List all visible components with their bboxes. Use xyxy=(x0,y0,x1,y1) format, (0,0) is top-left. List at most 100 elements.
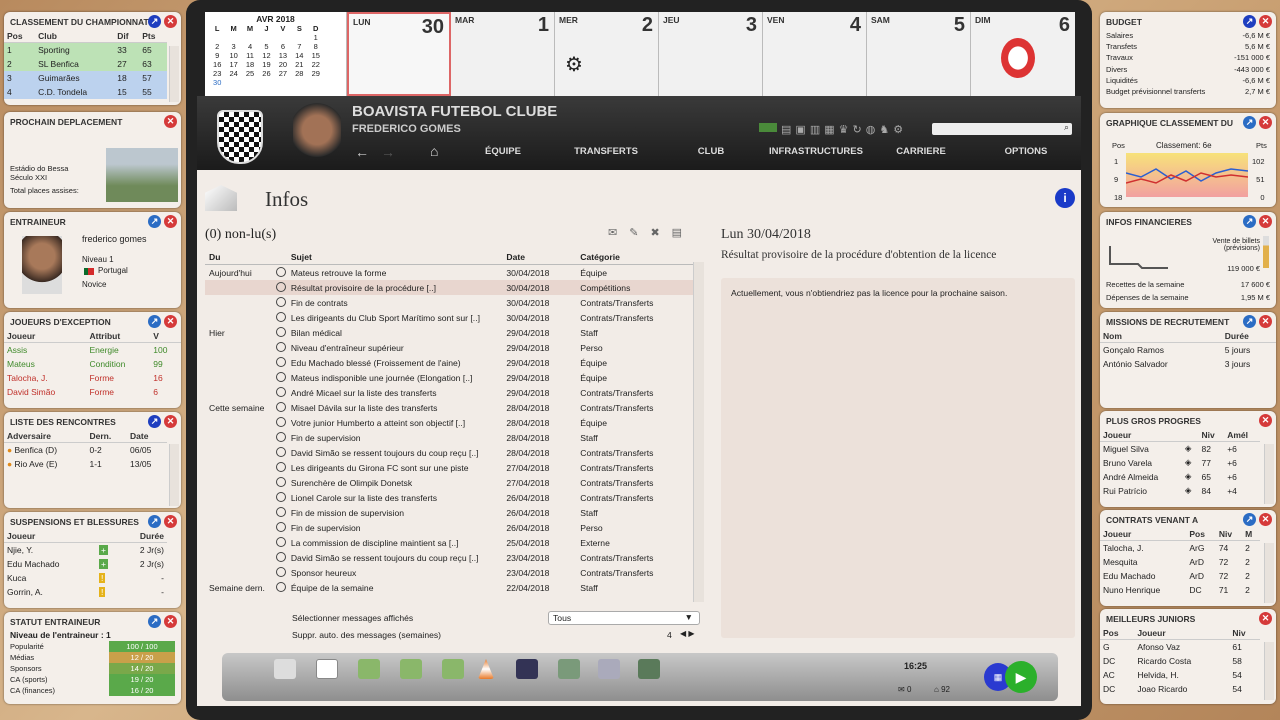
table-row[interactable]: Edu Machado +2 Jr(s) xyxy=(4,557,167,571)
table-row[interactable]: Mateus Condition 99 xyxy=(4,357,181,371)
table-row[interactable]: ● Rio Ave (E) 1-1 13/05 xyxy=(4,457,167,471)
delete-icon[interactable]: ✖ xyxy=(650,226,659,239)
message-row[interactable]: David Simão se ressent toujours du coup … xyxy=(205,550,695,565)
formation-icon[interactable] xyxy=(400,659,422,679)
home-icon[interactable]: ⌂ xyxy=(430,143,438,159)
close-icon[interactable]: ✕ xyxy=(164,15,177,28)
message-row[interactable]: La commission de discipline maintient sa… xyxy=(205,535,695,550)
message-row[interactable]: Lionel Carole sur la liste des transfert… xyxy=(205,490,695,505)
tactics-icon[interactable] xyxy=(358,659,380,679)
message-row[interactable]: Fin de supervision 26/04/2018 Perso xyxy=(205,520,695,535)
day-cell[interactable]: SAM 5 xyxy=(867,12,971,96)
table-row[interactable]: 3 Guimarães 18 57 xyxy=(4,70,167,85)
trophy-icon[interactable]: ♛ xyxy=(839,123,849,136)
training-cone-icon[interactable] xyxy=(478,659,494,679)
close-icon[interactable]: ✕ xyxy=(164,115,177,128)
open-icon[interactable]: ↗ xyxy=(1243,15,1256,28)
mail-icon[interactable] xyxy=(274,659,296,679)
close-icon[interactable]: ✕ xyxy=(1259,315,1272,328)
message-row[interactable]: Hier Bilan médical 29/04/2018 Staff xyxy=(205,325,695,340)
menu-equipe[interactable]: ÉQUIPE xyxy=(455,146,551,157)
table-row[interactable]: Gorrin, A.! - xyxy=(4,585,167,599)
table-row[interactable]: G Afonso Vaz 61 xyxy=(1100,640,1260,654)
day-cell[interactable]: MER 2 ⚙ xyxy=(555,12,659,96)
table-row[interactable]: ● Benfica (D) 0-2 06/05 xyxy=(4,443,167,457)
close-icon[interactable]: ✕ xyxy=(1259,612,1272,625)
delete-all-icon[interactable]: ▤ xyxy=(672,226,682,239)
report-icon[interactable] xyxy=(516,659,538,679)
pitch-icon[interactable] xyxy=(442,659,464,679)
table-row[interactable]: Talocha, J. ArG 74 2 xyxy=(1100,541,1260,555)
message-row[interactable]: Niveau d'entraîneur supérieur 29/04/2018 P… xyxy=(205,340,695,355)
message-row[interactable]: Cette semaine Misael Dávila sur la liste … xyxy=(205,400,695,415)
list-scrollbar[interactable] xyxy=(693,262,704,602)
notes-icon[interactable]: ▤ xyxy=(781,123,791,136)
open-icon[interactable]: ↗ xyxy=(148,415,161,428)
boot-icon[interactable]: ♞ xyxy=(879,123,889,136)
table-row[interactable]: 2 SL Benfica 27 63 xyxy=(4,56,167,71)
open-icon[interactable]: ↗ xyxy=(148,215,161,228)
scout-icon[interactable] xyxy=(558,659,580,679)
menu-transferts[interactable]: TRANSFERTS xyxy=(551,146,661,157)
calendar-icon[interactable] xyxy=(316,659,338,679)
close-icon[interactable]: ✕ xyxy=(1259,513,1272,526)
open-icon[interactable]: ↗ xyxy=(148,615,161,628)
stepper-arrows[interactable]: ◀ ▶ xyxy=(680,629,695,638)
staff-icon[interactable] xyxy=(598,659,620,679)
back-arrow-icon[interactable]: ← xyxy=(355,144,369,160)
table-row[interactable]: Gonçalo Ramos 5 jours xyxy=(1100,343,1276,357)
mark-all-icon[interactable]: ✎ xyxy=(629,226,638,239)
scrollbar[interactable] xyxy=(1264,543,1274,603)
table-row[interactable]: André Almeida ◈ 65 +6 xyxy=(1100,470,1260,484)
finance-icon[interactable] xyxy=(638,659,660,679)
info-icon[interactable]: i xyxy=(1055,188,1075,208)
menu-infrastructures[interactable]: INFRASTRUCTURES xyxy=(761,146,871,157)
forward-arrow-icon[interactable]: → xyxy=(381,144,395,160)
message-row[interactable]: Surenchère de Olimpik Donetsk 27/04/2018 C… xyxy=(205,475,695,490)
close-icon[interactable]: ✕ xyxy=(164,315,177,328)
scrollbar[interactable] xyxy=(169,46,179,102)
message-row[interactable]: Aujourd'hui Mateus retrouve la forme 30/04… xyxy=(205,265,695,280)
message-filter-select[interactable]: Tous ▼ xyxy=(548,611,700,625)
close-icon[interactable]: ✕ xyxy=(1259,116,1272,129)
table-row[interactable]: Assis Energie 100 xyxy=(4,343,181,357)
close-icon[interactable]: ✕ xyxy=(1259,414,1272,427)
message-row[interactable]: Fin de contrats 30/04/2018 Contrats/Transf… xyxy=(205,295,695,310)
day-cell[interactable]: DIM 6 xyxy=(971,12,1075,96)
message-row[interactable]: André Micael sur la liste des transferts… xyxy=(205,385,695,400)
open-icon[interactable]: ↗ xyxy=(148,315,161,328)
table-row[interactable]: Mesquita ArD 72 2 xyxy=(1100,555,1260,569)
message-row[interactable]: Edu Machado blessé (Froissement de l'ain… xyxy=(205,355,695,370)
table-row[interactable]: DC Joao Ricardo 54 xyxy=(1100,682,1260,696)
close-icon[interactable]: ✕ xyxy=(164,515,177,528)
scrollbar[interactable] xyxy=(1264,444,1274,504)
continue-play-button[interactable]: ▶ xyxy=(1005,661,1037,693)
table-row[interactable]: Miguel Silva ◈ 82 +6 xyxy=(1100,442,1260,456)
open-icon[interactable]: ↗ xyxy=(148,515,161,528)
table-row[interactable]: António Salvador 3 jours xyxy=(1100,357,1276,371)
table-row[interactable]: Rui Patrício ◈ 84 +4 xyxy=(1100,484,1260,498)
scrollbar[interactable] xyxy=(1264,642,1274,700)
message-row[interactable]: Sponsor heureux 23/04/2018 Contrats/Transf… xyxy=(205,565,695,580)
mini-calendar[interactable]: AVR 2018 L M M J V S D 1 2 3 4 5 6 7 8 9 10 11 12 13 14 15 16 1… xyxy=(205,12,347,96)
table-row[interactable]: David Simão Forme 6 xyxy=(4,385,181,399)
message-row[interactable]: David Simão se ressent toujours du coup … xyxy=(205,445,695,460)
message-row[interactable]: Semaine dern. Équipe de la semaine 22/04/2… xyxy=(205,580,695,595)
table-row[interactable]: DC Ricardo Costa 58 xyxy=(1100,654,1260,668)
table-row[interactable]: Njie, Y. +2 Jr(s) xyxy=(4,543,167,557)
day-cell[interactable]: MAR 1 xyxy=(451,12,555,96)
scrollbar[interactable] xyxy=(169,444,179,506)
open-icon[interactable]: ↗ xyxy=(1243,116,1256,129)
battery-icon[interactable] xyxy=(759,123,777,132)
settings-icon[interactable]: ⚙ xyxy=(893,123,903,136)
message-row[interactable]: Résultat provisoire de la procédure [..]… xyxy=(205,280,695,295)
day-cell[interactable]: VEN 4 xyxy=(763,12,867,96)
day-cell[interactable]: JEU 3 xyxy=(659,12,763,96)
open-icon[interactable]: ↗ xyxy=(148,15,161,28)
message-row[interactable]: Fin de supervision 28/04/2018 Staff xyxy=(205,430,695,445)
table-row[interactable]: Edu Machado ArD 72 2 xyxy=(1100,569,1260,583)
menu-carriere[interactable]: CARRIERE xyxy=(871,146,971,157)
open-icon[interactable]: ↗ xyxy=(1243,215,1256,228)
table-row[interactable]: AC Helvida, H. 54 xyxy=(1100,668,1260,682)
table-row[interactable]: Kuca! - xyxy=(4,571,167,585)
